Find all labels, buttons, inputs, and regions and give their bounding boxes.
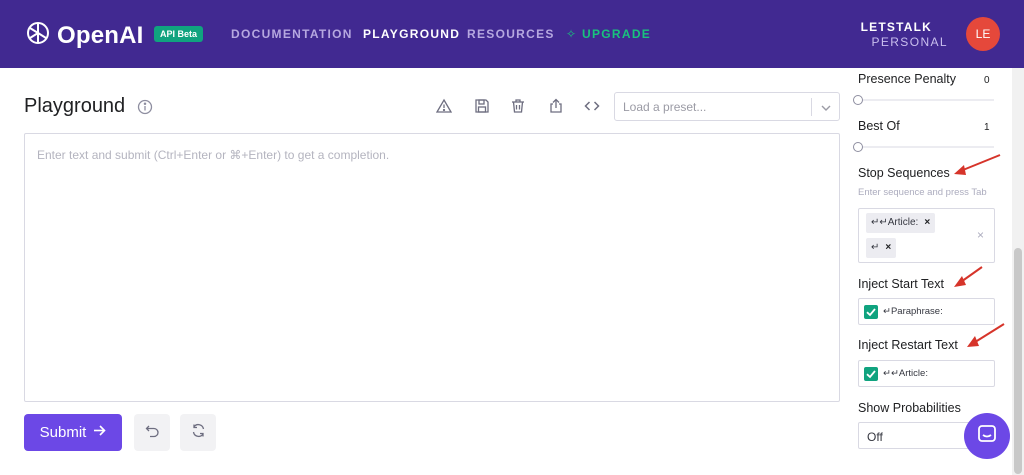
trash-icon[interactable] xyxy=(510,98,526,114)
presence-penalty-value[interactable]: 0 xyxy=(984,75,990,86)
info-icon[interactable] xyxy=(137,99,153,115)
warning-icon[interactable] xyxy=(435,98,453,114)
code-icon[interactable] xyxy=(584,98,600,114)
preset-placeholder: Load a preset... xyxy=(623,100,707,114)
undo-button[interactable] xyxy=(134,414,170,451)
stop-sequence-tag: ↵↵Article: × xyxy=(866,213,936,233)
stop-sequences-label: Stop Sequences xyxy=(858,166,950,180)
share-icon[interactable] xyxy=(548,98,564,114)
clear-all-icon[interactable]: × xyxy=(977,228,984,242)
annotation-arrow-inject-start xyxy=(954,266,983,287)
best-of-label: Best Of xyxy=(858,119,900,133)
best-of-value[interactable]: 1 xyxy=(984,122,990,133)
undo-icon xyxy=(145,423,160,443)
inject-start-value: ↵Paraphrase: xyxy=(883,306,943,317)
stop-sequence-tag-label: ↵ xyxy=(871,242,880,253)
presence-penalty-label: Presence Penalty xyxy=(858,72,956,86)
submit-label: Submit xyxy=(39,424,87,441)
save-icon[interactable] xyxy=(474,98,490,114)
brand-name: OpenAI xyxy=(57,21,144,49)
remove-tag-icon[interactable]: × xyxy=(885,242,891,253)
nav-documentation[interactable]: DOCUMENTATION xyxy=(231,27,353,41)
nav-upgrade[interactable]: ✧ UPGRADE xyxy=(566,27,651,41)
scrollbar-thumb[interactable] xyxy=(1014,248,1022,474)
inject-start-checkbox[interactable] xyxy=(864,305,878,319)
nav-upgrade-label: UPGRADE xyxy=(582,27,652,41)
nav-playground[interactable]: PLAYGROUND xyxy=(363,27,460,41)
preset-divider xyxy=(811,98,812,116)
show-probabilities-label: Show Probabilities xyxy=(858,401,961,415)
inject-restart-field[interactable]: ↵↵Article: xyxy=(858,360,995,387)
submit-button[interactable]: Submit xyxy=(24,414,122,451)
best-of-slider[interactable] xyxy=(858,146,994,148)
openai-logo-icon xyxy=(24,19,52,52)
chat-icon xyxy=(976,423,998,450)
beta-badge: API Beta xyxy=(154,26,204,42)
chat-launcher-button[interactable] xyxy=(964,413,1010,459)
top-nav-bar: OpenAI API Beta DOCUMENTATION PLAYGROUND… xyxy=(0,0,1024,68)
prompt-placeholder: Enter text and submit (Ctrl+Enter or ⌘+E… xyxy=(37,148,390,162)
sparkle-icon: ✧ xyxy=(566,27,582,41)
inject-start-label: Inject Start Text xyxy=(858,277,944,291)
regenerate-icon xyxy=(191,423,206,443)
avatar[interactable]: LE xyxy=(966,17,1000,51)
inject-restart-label: Inject Restart Text xyxy=(858,338,958,352)
stop-sequences-input[interactable]: ↵↵Article: × ↵ × × xyxy=(858,208,995,263)
inject-restart-checkbox[interactable] xyxy=(864,367,878,381)
arrow-right-icon xyxy=(93,424,106,441)
settings-scrollbar[interactable] xyxy=(1012,68,1024,475)
user-name[interactable]: LETSTALK xyxy=(861,20,932,34)
stop-sequences-hint: Enter sequence and press Tab xyxy=(858,187,987,198)
annotation-arrow-stop-sequences xyxy=(954,154,1001,175)
show-probabilities-value: Off xyxy=(867,430,883,444)
openai-logo[interactable]: OpenAI xyxy=(24,19,144,52)
chevron-down-icon[interactable] xyxy=(820,101,832,113)
user-org[interactable]: PERSONAL xyxy=(871,35,948,49)
annotation-arrow-inject-restart xyxy=(967,323,1005,347)
nav-resources[interactable]: RESOURCES xyxy=(467,27,555,41)
stop-sequence-tag: ↵ × xyxy=(866,238,897,258)
best-of-slider-handle[interactable] xyxy=(853,142,863,152)
presence-penalty-slider-handle[interactable] xyxy=(853,95,863,105)
inject-restart-value: ↵↵Article: xyxy=(883,368,928,379)
prompt-textarea[interactable]: Enter text and submit (Ctrl+Enter or ⌘+E… xyxy=(24,133,840,402)
remove-tag-icon[interactable]: × xyxy=(924,217,930,228)
stop-sequence-tag-label: ↵↵Article: xyxy=(871,217,919,228)
preset-select[interactable]: Load a preset... xyxy=(614,92,840,121)
page-title: Playground xyxy=(24,95,126,117)
presence-penalty-slider[interactable] xyxy=(858,99,994,101)
regenerate-button[interactable] xyxy=(180,414,216,451)
